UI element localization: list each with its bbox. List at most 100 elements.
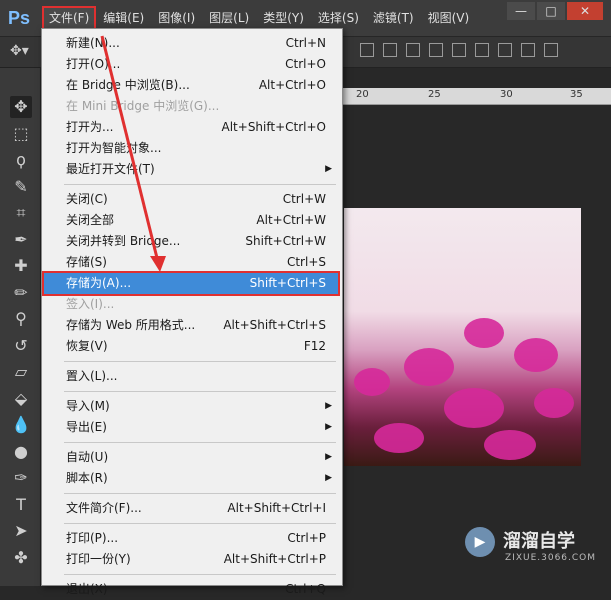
file-menu-item[interactable]: 新建(N)... Ctrl+N xyxy=(44,33,338,54)
lasso-tool-icon[interactable]: ϙ xyxy=(10,149,32,171)
dodge-tool-icon[interactable]: ● xyxy=(10,441,32,463)
menu-item-label: 打开为智能对象... xyxy=(66,141,162,155)
file-menu-item[interactable]: 关闭全部 Alt+Ctrl+W xyxy=(44,210,338,231)
watermark-title: 溜溜自学 xyxy=(503,531,575,552)
menu-item-shortcut: Ctrl+S xyxy=(286,255,326,269)
file-menu-item[interactable]: 文件简介(F)... Alt+Shift+Ctrl+I xyxy=(44,498,338,519)
restore-button[interactable]: □ xyxy=(537,2,565,20)
menu-separator xyxy=(64,361,336,362)
menu-separator xyxy=(64,442,336,443)
menu-item-shortcut: Ctrl+N xyxy=(285,36,326,50)
clone-stamp-tool-icon[interactable]: ⚲ xyxy=(10,308,32,330)
align-right-icon[interactable] xyxy=(475,43,489,57)
menu-bar: 文件(F) 编辑(E) 图像(I) 图层(L) 类型(Y) 选择(S) 滤镜(T) 视图(V) xyxy=(41,6,478,30)
menu-file[interactable]: 文件(F) xyxy=(41,6,97,30)
distribute-top-icon[interactable] xyxy=(498,43,512,57)
menu-separator xyxy=(64,493,336,494)
menu-item-shortcut: Ctrl+Q xyxy=(285,582,326,596)
marquee-tool-icon[interactable]: ⬚ xyxy=(10,123,32,145)
menu-item-label: 导出(E) xyxy=(66,420,107,434)
menu-item-label: 最近打开文件(T) xyxy=(66,162,155,176)
menu-item-shortcut: Alt+Shift+Ctrl+O xyxy=(221,120,326,134)
file-menu-item: 在 Mini Bridge 中浏览(G)... xyxy=(44,96,338,117)
quick-select-tool-icon[interactable]: ✎ xyxy=(10,176,32,198)
path-select-tool-icon[interactable]: ➤ xyxy=(10,520,32,542)
menu-view[interactable]: 视图(V) xyxy=(423,8,475,28)
align-bottom-icon[interactable] xyxy=(406,43,420,57)
menu-type[interactable]: 类型(Y) xyxy=(258,8,309,28)
eyedropper-tool-icon[interactable]: ✒ xyxy=(10,229,32,251)
move-options-icon[interactable]: ✥▾ xyxy=(10,43,29,59)
align-left-icon[interactable] xyxy=(429,43,443,57)
submenu-arrow-icon: ▶ xyxy=(325,473,332,483)
blur-tool-icon[interactable]: 💧 xyxy=(10,414,32,436)
file-menu-item[interactable]: 导出(E) ▶ xyxy=(44,417,338,438)
menu-item-label: 退出(X) xyxy=(66,582,108,596)
menu-image[interactable]: 图像(I) xyxy=(153,8,200,28)
file-menu-item[interactable]: 退出(X) Ctrl+Q xyxy=(44,579,338,600)
menu-item-label: 关闭并转到 Bridge... xyxy=(66,234,181,248)
ruler-tick-label: 35 xyxy=(570,89,583,100)
menu-item-shortcut: Shift+Ctrl+W xyxy=(245,234,326,248)
ruler-tick-label: 25 xyxy=(428,89,441,100)
paint-bucket-tool-icon[interactable]: ⬙ xyxy=(10,388,32,410)
file-menu-item[interactable]: 脚本(R) ▶ xyxy=(44,468,338,489)
menu-item-label: 自动(U) xyxy=(66,450,109,464)
menu-item-label: 文件简介(F)... xyxy=(66,501,142,515)
minimize-button[interactable]: — xyxy=(507,2,535,20)
file-menu-item: 签入(I)... xyxy=(44,294,338,315)
menu-item-label: 打开为... xyxy=(66,120,114,134)
menu-item-shortcut: Alt+Shift+Ctrl+S xyxy=(223,318,326,332)
file-menu-item[interactable]: 打开为... Alt+Shift+Ctrl+O xyxy=(44,117,338,138)
brush-tool-icon[interactable]: ✏ xyxy=(10,282,32,304)
healing-brush-tool-icon[interactable]: ✚ xyxy=(10,255,32,277)
menu-item-label: 在 Mini Bridge 中浏览(G)... xyxy=(66,99,220,113)
menu-item-shortcut: Ctrl+P xyxy=(287,531,326,545)
submenu-arrow-icon: ▶ xyxy=(325,401,332,411)
menu-item-label: 恢复(V) xyxy=(66,339,108,353)
play-icon: ▶ xyxy=(465,527,495,557)
menu-edit[interactable]: 编辑(E) xyxy=(98,8,149,28)
file-menu-item[interactable]: 置入(L)... xyxy=(44,366,338,387)
menu-item-label: 关闭全部 xyxy=(66,213,115,227)
file-menu-item[interactable]: 打开(O)... Ctrl+O xyxy=(44,54,338,75)
file-menu-item[interactable]: 关闭(C) Ctrl+W xyxy=(44,189,338,210)
file-menu-dropdown: 新建(N)... Ctrl+N 打开(O)... Ctrl+O 在 Bridge 中浏览… xyxy=(41,28,343,596)
close-button[interactable]: ✕ xyxy=(567,2,603,20)
horizontal-ruler: 20 25 30 35 xyxy=(300,88,611,105)
menu-filter[interactable]: 滤镜(T) xyxy=(368,8,419,28)
type-tool-icon[interactable]: T xyxy=(10,494,32,516)
file-menu-item[interactable]: 存储为(A)... Shift+Ctrl+S xyxy=(42,271,340,296)
submenu-arrow-icon: ▶ xyxy=(325,452,332,462)
menu-select[interactable]: 选择(S) xyxy=(313,8,364,28)
menu-item-label: 在 Bridge 中浏览(B)... xyxy=(66,78,190,92)
move-tool-icon[interactable]: ✥ xyxy=(10,96,32,118)
pen-tool-icon[interactable]: ✑ xyxy=(10,467,32,489)
file-menu-item[interactable]: 打印(P)... Ctrl+P xyxy=(44,528,338,549)
align-middle-icon[interactable] xyxy=(383,43,397,57)
file-menu-item[interactable]: 最近打开文件(T) ▶ xyxy=(44,159,338,180)
file-menu-item[interactable]: 导入(M) ▶ xyxy=(44,396,338,417)
menu-item-shortcut: F12 xyxy=(303,339,326,353)
file-menu-item[interactable]: 在 Bridge 中浏览(B)... Alt+Ctrl+O xyxy=(44,75,338,96)
align-options-group xyxy=(360,43,567,57)
align-top-icon[interactable] xyxy=(360,43,374,57)
menu-item-label: 存储(S) xyxy=(66,255,107,269)
crop-tool-icon[interactable]: ⌗ xyxy=(10,202,32,224)
align-center-icon[interactable] xyxy=(452,43,466,57)
menu-layer[interactable]: 图层(L) xyxy=(204,8,254,28)
distribute-middle-icon[interactable] xyxy=(521,43,535,57)
eraser-tool-icon[interactable]: ▱ xyxy=(10,361,32,383)
menu-item-label: 脚本(R) xyxy=(66,471,108,485)
distribute-bottom-icon[interactable] xyxy=(544,43,558,57)
history-brush-tool-icon[interactable]: ↺ xyxy=(10,335,32,357)
menu-item-shortcut: Alt+Shift+Ctrl+P xyxy=(223,552,326,566)
file-menu-item[interactable]: 存储(S) Ctrl+S xyxy=(44,252,338,273)
file-menu-item[interactable]: 恢复(V) F12 xyxy=(44,336,338,357)
file-menu-item[interactable]: 存储为 Web 所用格式... Alt+Shift+Ctrl+S xyxy=(44,315,338,336)
file-menu-item[interactable]: 关闭并转到 Bridge... Shift+Ctrl+W xyxy=(44,231,338,252)
file-menu-item[interactable]: 打印一份(Y) Alt+Shift+Ctrl+P xyxy=(44,549,338,570)
file-menu-item[interactable]: 打开为智能对象... xyxy=(44,138,338,159)
file-menu-item[interactable]: 自动(U) ▶ xyxy=(44,447,338,468)
shape-tool-icon[interactable]: ✤ xyxy=(10,547,32,569)
